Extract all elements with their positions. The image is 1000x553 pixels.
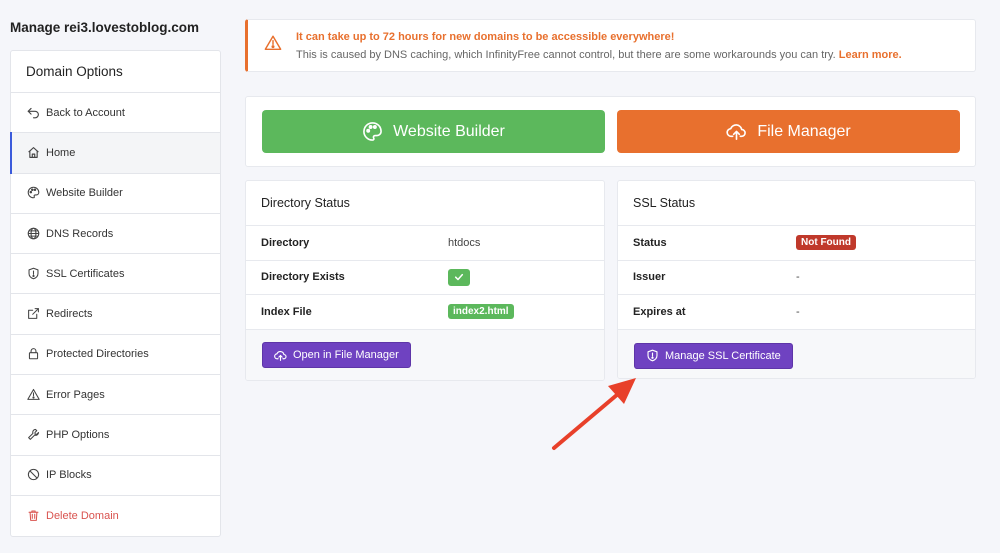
ssl-expires-row: Expires at - (618, 295, 975, 330)
sidebar-item-protected-directories[interactable]: Protected Directories (11, 335, 220, 376)
wrench-icon (27, 428, 41, 442)
status-badge: Not Found (796, 235, 856, 251)
shield-icon (646, 349, 659, 362)
lock-icon (27, 347, 41, 361)
directory-value: htdocs (448, 236, 481, 249)
external-link-icon (27, 307, 41, 321)
warning-icon (264, 34, 282, 57)
page-title: Manage rei3.lovestoblog.com (10, 20, 200, 35)
cloud-upload-icon (274, 349, 287, 362)
ssl-expires-label: Expires at (633, 305, 686, 318)
index-file-label: Index File (261, 305, 312, 318)
home-icon (27, 146, 41, 160)
manage-ssl-certificate-label: Manage SSL Certificate (665, 349, 781, 362)
index-file-badge: index2.html (448, 304, 514, 320)
directory-label: Directory (261, 236, 310, 249)
domain-options-sidebar: Domain Options Back to Account Home Webs… (10, 50, 221, 538)
alert-title: It can take up to 72 hours for new domai… (296, 30, 675, 43)
file-manager-button[interactable]: File Manager (617, 110, 960, 153)
index-file-row: Index File index2.html (246, 295, 604, 330)
sidebar-item-website-builder[interactable]: Website Builder (11, 174, 220, 214)
sidebar-item-dns-records[interactable]: DNS Records (11, 214, 220, 255)
sidebar-item-label: Delete Domain (46, 510, 119, 523)
directory-status-footer: Open in File Manager (246, 329, 604, 380)
website-builder-label: Website Builder (393, 122, 505, 140)
trash-icon (27, 509, 41, 523)
sidebar-item-label: Error Pages (46, 388, 105, 401)
check-icon (448, 268, 470, 286)
warning-icon (27, 388, 41, 402)
sidebar-item-redirects[interactable]: Redirects (11, 294, 220, 335)
alert-description-text: This is caused by DNS caching, which Inf… (296, 48, 836, 61)
directory-status-title: Directory Status (246, 181, 604, 226)
palette-icon (27, 186, 41, 200)
palette-icon (362, 121, 383, 142)
cloud-upload-icon (726, 121, 747, 142)
shield-icon (27, 267, 41, 281)
sidebar-item-php-options[interactable]: PHP Options (11, 415, 220, 456)
learn-more-link[interactable]: Learn more. (839, 49, 902, 61)
sidebar-item-label: Redirects (46, 308, 93, 321)
globe-icon (27, 227, 41, 241)
ssl-expires-value: - (796, 305, 800, 318)
manage-ssl-certificate-button[interactable]: Manage SSL Certificate (634, 342, 793, 369)
directory-exists-row: Directory Exists (246, 261, 604, 295)
ssl-status-footer: Manage SSL Certificate (618, 329, 975, 378)
sidebar-item-label: PHP Options (46, 429, 110, 442)
quick-actions-card: Website Builder File Manager (245, 96, 976, 167)
open-in-file-manager-button[interactable]: Open in File Manager (262, 342, 411, 368)
sidebar-item-label: SSL Certificates (46, 267, 125, 280)
sidebar-item-error-pages[interactable]: Error Pages (11, 375, 220, 416)
sidebar-item-back-to-account[interactable]: Back to Account (11, 93, 220, 134)
sidebar-item-label: IP Blocks (46, 469, 92, 482)
sidebar-item-delete-domain[interactable]: Delete Domain (11, 496, 220, 536)
sidebar-item-label: Website Builder (46, 187, 123, 200)
back-arrow-icon (27, 106, 41, 120)
file-manager-label: File Manager (757, 122, 851, 140)
sidebar-item-label: Protected Directories (46, 348, 149, 361)
ssl-issuer-value: - (796, 271, 800, 284)
directory-exists-label: Directory Exists (261, 271, 345, 284)
block-icon (27, 468, 41, 482)
sidebar-item-home[interactable]: Home (10, 132, 220, 174)
annotation-arrow-icon (552, 378, 636, 450)
ssl-issuer-row: Issuer - (618, 261, 975, 295)
ssl-status-title: SSL Status (618, 181, 975, 226)
ssl-issuer-label: Issuer (633, 271, 666, 284)
alert-description: This is caused by DNS caching, which Inf… (296, 49, 902, 61)
directory-row: Directory htdocs (246, 226, 604, 261)
dns-propagation-alert: It can take up to 72 hours for new domai… (245, 19, 976, 72)
directory-status-card: Directory Status Directory htdocs Direct… (245, 180, 605, 381)
sidebar-header: Domain Options (11, 51, 220, 93)
ssl-status-row: Status Not Found (618, 226, 975, 261)
website-builder-button[interactable]: Website Builder (262, 110, 605, 153)
sidebar-item-ssl-certificates[interactable]: SSL Certificates (11, 254, 220, 295)
sidebar-item-label: DNS Records (46, 227, 114, 240)
open-in-file-manager-label: Open in File Manager (293, 349, 399, 361)
sidebar-item-ip-blocks[interactable]: IP Blocks (11, 456, 220, 496)
ssl-status-card: SSL Status Status Not Found Issuer - Exp… (617, 180, 976, 379)
ssl-status-label: Status (633, 236, 667, 249)
sidebar-item-label: Back to Account (46, 106, 125, 119)
sidebar-item-label: Home (46, 146, 76, 159)
